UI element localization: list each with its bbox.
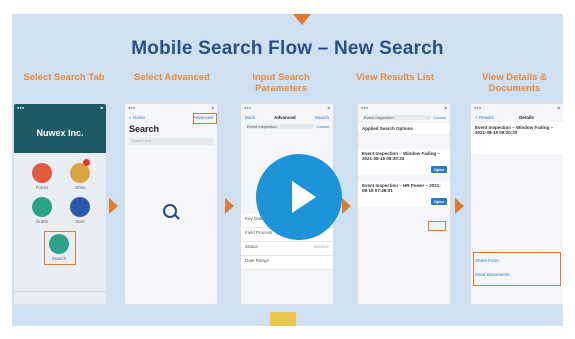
advanced-highlight: [193, 113, 217, 124]
step-label-4: View Results List: [356, 72, 434, 83]
status-bar: ●●● ■: [361, 105, 447, 110]
search-input[interactable]: Search text: [129, 138, 213, 145]
slide: Mobile Search Flow – New Search Select S…: [12, 14, 563, 326]
video-frame: Mobile Search Flow – New Search Select S…: [0, 0, 575, 339]
result-item[interactable]: Applied Search Options: [358, 124, 450, 133]
play-button[interactable]: [256, 154, 342, 240]
send-documents-action[interactable]: Send Documents: [475, 272, 559, 277]
company-header: Nuwex Inc.: [14, 113, 106, 153]
step-label-5: View Details & Documents: [482, 72, 547, 94]
magnifier-handle: [174, 214, 180, 220]
search-icon[interactable]: [49, 234, 69, 254]
status-bar: ●●● ■: [14, 104, 106, 113]
notification-badge: [83, 159, 90, 166]
cancel-link[interactable]: Cancel: [317, 124, 329, 129]
open-button[interactable]: Open: [430, 198, 447, 205]
flow-arrow-2: [225, 198, 234, 214]
nav-bar: < Results Details: [471, 113, 563, 122]
bottom-badge: [270, 312, 296, 326]
advanced-title: Advanced: [274, 115, 296, 120]
sent-icon[interactable]: [70, 197, 90, 217]
search-input[interactable]: Event Inspection: [245, 124, 314, 129]
phone-screen-results: ●●● ■ Event Inspection Cancel Applied Sea…: [358, 104, 450, 304]
step-label-1: Select Search Tab: [23, 72, 105, 83]
forms-icon[interactable]: [32, 163, 52, 183]
share-form-action[interactable]: Share Form: [475, 258, 559, 263]
back-link[interactable]: Back: [245, 115, 255, 120]
search-tile-label: Search: [51, 256, 67, 261]
flow-arrow-3: [342, 198, 351, 214]
nav-bar: Back Advanced Search: [241, 113, 333, 122]
bottom-bar: [14, 291, 106, 302]
phone-screen-home: ●●● ■ Nuwex Inc. Forms Inbox Drafts Sent …: [14, 104, 106, 304]
phone-screen-details: ●●● ■ < Results Details Event Inspection …: [471, 104, 563, 304]
inbox-icon[interactable]: [70, 163, 90, 183]
flow-arrow-4: [455, 198, 464, 214]
drafts-icon[interactable]: [32, 197, 52, 217]
forms-label: Forms: [35, 185, 49, 190]
field-status[interactable]: Status Inactive: [241, 242, 333, 256]
field-date-range[interactable]: Date Range: [241, 256, 333, 270]
search-title: Search: [129, 124, 160, 134]
top-marker: [293, 14, 311, 25]
slide-title: Mobile Search Flow – New Search: [131, 38, 444, 59]
status-bar: ●●● ■: [128, 105, 214, 110]
play-icon: [292, 181, 316, 213]
inbox-label: Inbox: [74, 185, 86, 190]
status-bar: ●●● ■: [244, 105, 330, 110]
result-item[interactable]: Event Inspection – HR Power – 2021-08-18…: [358, 181, 450, 207]
search-input[interactable]: Event Inspection: [362, 115, 431, 120]
result-item[interactable]: Event Inspection – Window Fading – 2021-…: [358, 149, 450, 175]
open-button[interactable]: Open: [430, 166, 447, 173]
step-label-3: Input Search Parameters: [252, 72, 310, 94]
flow-arrow-1: [109, 198, 118, 214]
back-link[interactable]: < Results: [475, 115, 494, 120]
back-link[interactable]: < Home: [129, 115, 145, 120]
cancel-link[interactable]: Cancel: [434, 115, 446, 120]
search-link[interactable]: Search: [315, 115, 329, 120]
phone-screen-search: ●●● ■ < Home Advanced Search Search text: [125, 104, 217, 304]
details-title: Details: [519, 115, 534, 120]
result-title: Event Inspection – HR Power – 2021-08-18…: [362, 183, 441, 193]
sent-label: Sent: [75, 219, 85, 224]
status-field-value: Inactive: [313, 244, 329, 249]
step-label-2: Select Advanced: [134, 72, 210, 83]
status-bar: ●●● ■: [474, 105, 560, 110]
status-field-label: Status: [245, 244, 258, 249]
open-highlight: [428, 221, 446, 231]
result-title: Event Inspection – Window Fading – 2021-…: [362, 151, 440, 161]
detail-header: Event Inspection – Window Fading – 2021-…: [471, 122, 563, 154]
drafts-label: Drafts: [35, 219, 48, 224]
